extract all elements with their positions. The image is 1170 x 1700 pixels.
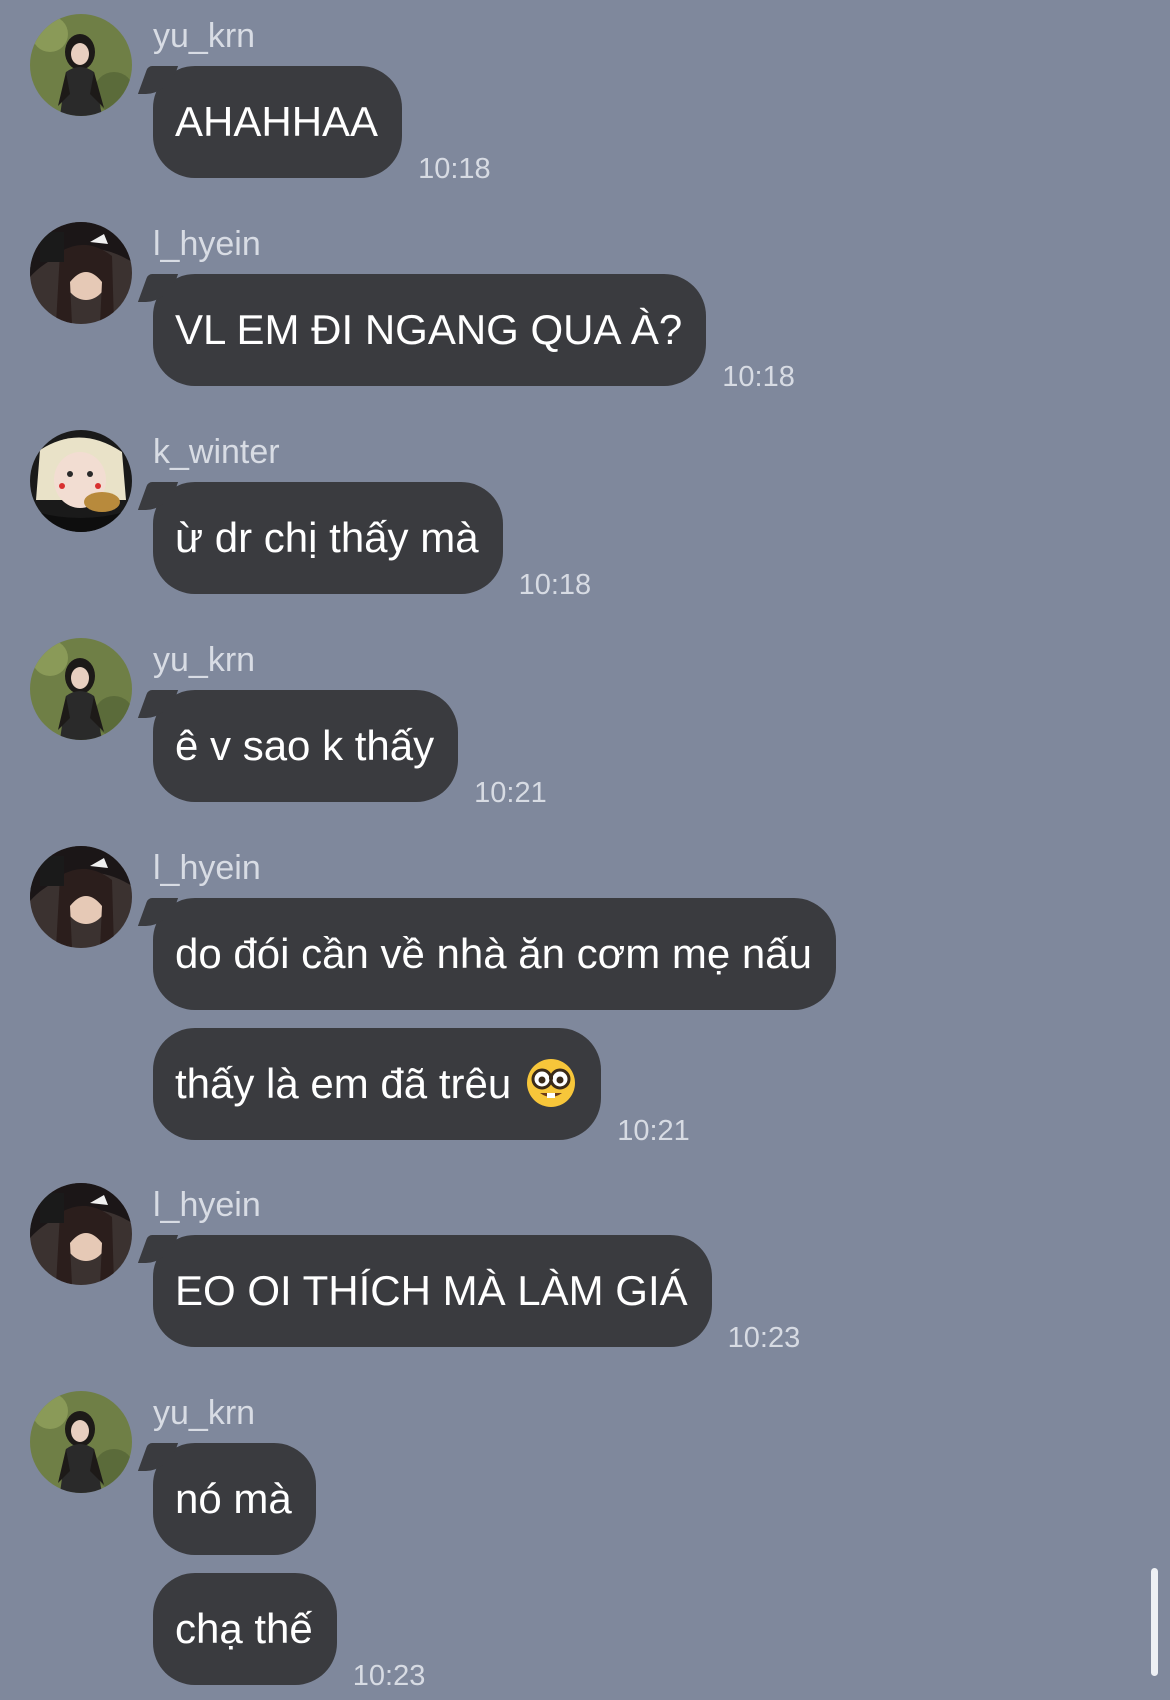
- sender-username[interactable]: l_hyein: [153, 226, 261, 262]
- message-bubble[interactable]: chạ thế: [153, 1573, 337, 1685]
- message-row: VL EM ĐI NGANG QUA À? 10:18: [153, 274, 795, 393]
- message-timestamp: 10:18: [418, 153, 491, 185]
- nerd-face-emoji: [527, 1058, 576, 1107]
- message-row: ê v sao k thấy 10:21: [153, 690, 547, 809]
- message-timestamp: 10:23: [727, 1322, 801, 1354]
- message-row: thấy là em đã trêu 10:21: [153, 1028, 690, 1147]
- message-bubble[interactable]: EO OI THÍCH MÀ LÀM GIÁ: [153, 1235, 712, 1347]
- message-timestamp: 10:21: [474, 777, 547, 809]
- message-bubble[interactable]: nó mà: [153, 1443, 316, 1555]
- message-row: AHAHHAA 10:18: [153, 66, 491, 185]
- message-bubble[interactable]: ừ dr chị thấy mà: [153, 482, 503, 594]
- sender-username[interactable]: yu_krn: [153, 642, 255, 678]
- message-row: do đói cần về nhà ăn cơm mẹ nấu: [153, 898, 836, 1010]
- avatar-l_hyein[interactable]: [30, 222, 132, 324]
- message-bubble[interactable]: ê v sao k thấy: [153, 690, 459, 802]
- message-bubble[interactable]: AHAHHAA: [153, 66, 403, 178]
- scrollbar-thumb[interactable]: [1151, 1568, 1158, 1676]
- message-row: nó mà: [153, 1443, 316, 1555]
- message-row: ừ dr chị thấy mà 10:18: [153, 482, 591, 601]
- sender-username[interactable]: yu_krn: [153, 1395, 255, 1431]
- message-timestamp: 10:21: [617, 1115, 690, 1147]
- sender-username[interactable]: l_hyein: [153, 1187, 261, 1223]
- avatar-yu_krn[interactable]: [30, 638, 132, 740]
- sender-username[interactable]: l_hyein: [153, 850, 261, 886]
- avatar-yu_krn[interactable]: [30, 14, 132, 116]
- sender-username[interactable]: k_winter: [153, 434, 280, 470]
- chat-message-list[interactable]: yu_krn AHAHHAA 10:18 l_hyein VL EM ĐI NG…: [0, 0, 1170, 1700]
- avatar-l_hyein[interactable]: [30, 846, 132, 948]
- message-bubble[interactable]: do đói cần về nhà ăn cơm mẹ nấu: [153, 898, 836, 1010]
- message-row: EO OI THÍCH MÀ LÀM GIÁ 10:23: [153, 1235, 800, 1354]
- message-bubble[interactable]: thấy là em đã trêu: [153, 1028, 602, 1140]
- message-timestamp: 10:18: [722, 361, 795, 393]
- avatar-yu_krn[interactable]: [30, 1391, 132, 1493]
- message-timestamp: 10:23: [352, 1660, 426, 1692]
- sender-username[interactable]: yu_krn: [153, 18, 255, 54]
- message-timestamp: 10:18: [518, 569, 592, 601]
- message-row: chạ thế 10:23: [153, 1573, 425, 1692]
- avatar-k_winter[interactable]: [30, 430, 132, 532]
- message-bubble[interactable]: VL EM ĐI NGANG QUA À?: [153, 274, 707, 386]
- message-text: thấy là em đã trêu: [175, 1060, 512, 1107]
- avatar-l_hyein[interactable]: [30, 1183, 132, 1285]
